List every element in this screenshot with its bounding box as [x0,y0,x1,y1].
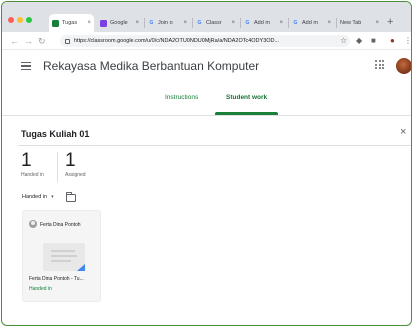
tab-label: Classr [206,20,222,26]
tab-close-icon[interactable]: × [375,20,379,26]
star-icon[interactable]: ☆ [340,35,347,47]
stat-divider [57,152,58,182]
chevron-down-icon: ▾ [51,194,54,200]
menu-icon[interactable]: ⋮ [404,35,411,47]
browser-tab-join[interactable]: G Join o × [145,14,190,32]
extension-icon[interactable]: ■ [371,35,376,47]
folder-icon[interactable] [66,192,76,202]
browser-tab-new-tab[interactable]: New Tab × [337,14,382,32]
divider [18,145,411,146]
lock-icon [65,38,70,44]
tab-strip: Tugas × Google × G Join o × G Classr × G… [2,2,411,32]
tab-close-icon[interactable]: × [183,20,187,26]
attachment-file-name[interactable]: Ferta Dina Pontoh - Tu... [29,276,84,282]
google-g-favicon-icon: G [293,20,298,26]
student-avatar [29,220,37,228]
tab-label: New Tab [340,20,362,26]
filter-label: Handed in [22,194,48,200]
tab-label: Add m [254,20,270,26]
tab-label: Add m [302,20,318,26]
tab-close-icon[interactable]: × [327,20,331,26]
hamburger-menu-icon[interactable] [21,62,31,71]
tab-instructions[interactable]: Instructions [165,94,198,101]
close-window-icon[interactable] [8,17,14,23]
back-icon[interactable]: ← [10,34,19,48]
google-favicon-icon [100,19,107,27]
browser-tab-add-1[interactable]: G Add m × [241,14,286,32]
tab-close-icon[interactable]: × [135,20,139,26]
document-thumbnail[interactable] [43,243,85,271]
close-icon[interactable]: × [400,126,406,138]
url-text: https://classroom.google.com/u/0/c/NDA2O… [74,38,280,44]
google-apps-icon[interactable] [375,60,384,69]
extension-icon[interactable]: ◆ [356,35,362,47]
tab-label: Join o [158,20,173,26]
maximize-window-icon[interactable] [26,17,32,23]
reload-icon[interactable]: ↻ [38,34,46,48]
browser-tab-tugas[interactable]: Tugas × [49,14,94,32]
new-tab-button[interactable]: + [387,15,393,29]
address-bar[interactable]: https://classroom.google.com/u/0/c/NDA2O… [60,35,350,47]
handed-in-count: 1 [21,150,32,171]
tab-label: Tugas [62,20,78,26]
profile-icon[interactable]: ● [390,35,395,47]
active-tab-indicator [215,112,278,115]
tab-close-icon[interactable]: × [231,20,235,26]
assignment-title: Tugas Kuliah 01 [21,129,90,139]
status-filter-dropdown[interactable]: Handed in ▾ [22,194,54,200]
assigned-label: Assigned [65,172,86,178]
account-avatar[interactable] [396,58,411,74]
google-g-favicon-icon: G [197,20,202,26]
forward-icon[interactable]: → [24,34,33,48]
status-badge: Handed in [29,286,52,292]
minimize-window-icon[interactable] [17,17,23,23]
browser-window: Tugas × Google × G Join o × G Classr × G… [1,1,412,326]
google-g-favicon-icon: G [245,20,250,26]
docs-corner-icon [77,264,85,271]
tab-label: Google [110,20,128,26]
classroom-favicon-icon [52,19,59,27]
tab-student-work[interactable]: Student work [226,94,267,101]
classroom-header: Rekayasa Medika Berbantuan Komputer Inst… [2,50,411,116]
browser-tab-google[interactable]: Google × [97,14,142,32]
course-title: Rekayasa Medika Berbantuan Komputer [43,59,260,73]
tab-close-icon[interactable]: × [279,20,283,26]
browser-toolbar: ← → ↻ https://classroom.google.com/u/0/c… [2,32,411,50]
handed-in-label: Handed in [21,172,44,178]
student-work-card[interactable]: Ferta Dina Pontoh Ferta Dina Pontoh - Tu… [22,210,101,302]
browser-tab-classroom[interactable]: G Classr × [193,14,238,32]
google-g-favicon-icon: G [149,20,154,26]
student-name: Ferta Dina Pontoh [40,222,81,228]
tab-close-icon[interactable]: × [87,20,91,26]
assigned-count: 1 [65,150,76,171]
browser-tab-add-2[interactable]: G Add m × [289,14,334,32]
